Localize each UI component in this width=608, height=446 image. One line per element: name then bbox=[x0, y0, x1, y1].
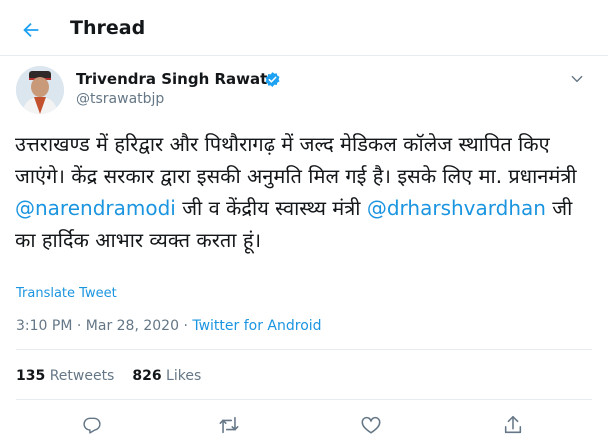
avatar[interactable] bbox=[16, 66, 64, 114]
retweet-icon bbox=[219, 416, 239, 434]
profile-photo bbox=[16, 66, 64, 114]
like-button[interactable] bbox=[358, 412, 384, 438]
reply-button[interactable] bbox=[79, 412, 105, 438]
back-button[interactable] bbox=[14, 13, 48, 47]
tweet-stats: 135 Retweets 826 Likes bbox=[16, 368, 201, 384]
tweet-text: उत्तराखण्ड में हरिद्वार और पिथौरागढ़ में… bbox=[15, 128, 595, 256]
tweet-time[interactable]: 3:10 PM bbox=[16, 318, 72, 334]
author-name[interactable]: Trivendra Singh Rawat bbox=[76, 70, 267, 88]
tweet-source-link[interactable]: Twitter for Android bbox=[192, 318, 321, 334]
chevron-down-icon bbox=[571, 75, 583, 83]
mention-link[interactable]: @narendramodi bbox=[15, 196, 176, 220]
tweet-date[interactable]: Mar 28, 2020 bbox=[86, 318, 179, 334]
likes-stat[interactable]: 826 Likes bbox=[132, 368, 201, 384]
likes-label: Likes bbox=[166, 368, 202, 384]
verified-badge-icon bbox=[265, 72, 280, 87]
translate-tweet-link[interactable]: Translate Tweet bbox=[16, 286, 117, 301]
page-title: Thread bbox=[70, 17, 146, 39]
tweet-text-part: जी व केंद्रीय स्वास्थ्य मंत्री bbox=[175, 196, 367, 220]
tweet-metadata: 3:10 PM · Mar 28, 2020 · Twitter for And… bbox=[16, 318, 322, 334]
share-icon bbox=[504, 415, 522, 434]
retweet-button[interactable] bbox=[216, 412, 242, 438]
meta-separator: · bbox=[72, 318, 86, 334]
more-options-button[interactable] bbox=[566, 68, 588, 90]
arrow-left-icon bbox=[23, 22, 39, 38]
reply-icon bbox=[83, 417, 101, 434]
likes-count: 826 bbox=[132, 368, 162, 384]
retweets-count: 135 bbox=[16, 368, 46, 384]
thread-header: Thread bbox=[0, 0, 608, 56]
mention-link[interactable]: @drharshvardhan bbox=[367, 196, 546, 220]
retweets-stat[interactable]: 135 Retweets bbox=[16, 368, 114, 384]
divider bbox=[16, 399, 592, 400]
divider bbox=[16, 349, 592, 350]
meta-separator: · bbox=[179, 318, 193, 334]
tweet-text-part: उत्तराखण्ड में हरिद्वार और पिथौरागढ़ में… bbox=[15, 132, 577, 188]
retweets-label: Retweets bbox=[49, 368, 115, 384]
heart-icon bbox=[361, 416, 381, 434]
share-button[interactable] bbox=[500, 412, 526, 438]
author-handle[interactable]: @tsrawatbjp bbox=[76, 91, 164, 107]
